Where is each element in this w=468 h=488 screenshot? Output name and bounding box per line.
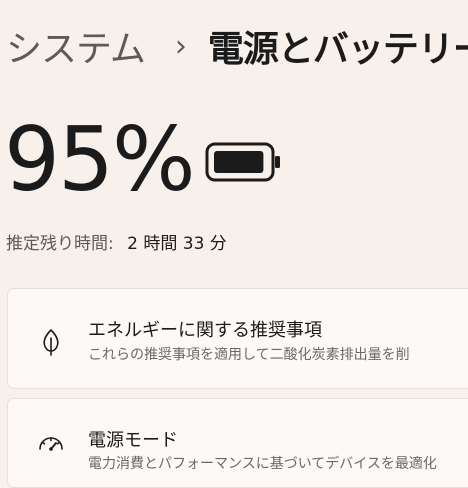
energy-recommendations-title: エネルギーに関する推奨事項 [88,320,322,341]
energy-recommendations-description: これらの推奨事項を適用して二酸化炭素排出量を削 [88,347,410,363]
leaf-icon [43,329,59,356]
remaining-label: 推定残り時間: [6,234,114,254]
gauge-icon [39,437,63,451]
chevron-right-icon: › [174,28,187,64]
breadcrumb-parent-link[interactable]: システム [6,20,146,72]
battery-icon [205,142,280,182]
power-mode-title: 電源モード [88,430,178,451]
battery-fill [214,151,264,173]
battery-percent: 95% [4,108,196,211]
remaining-value: 2 時間 33 分 [127,234,227,254]
estimated-remaining-time: 推定残り時間: 2 時間 33 分 [6,229,227,254]
breadcrumb: システム › 電源とバッテリー [6,18,468,74]
page-title: 電源とバッテリー [207,29,468,70]
power-mode-description: 電力消費とパフォーマンスに基づいてデバイスを最適化 [88,456,437,472]
power-mode-card[interactable] [7,398,468,488]
